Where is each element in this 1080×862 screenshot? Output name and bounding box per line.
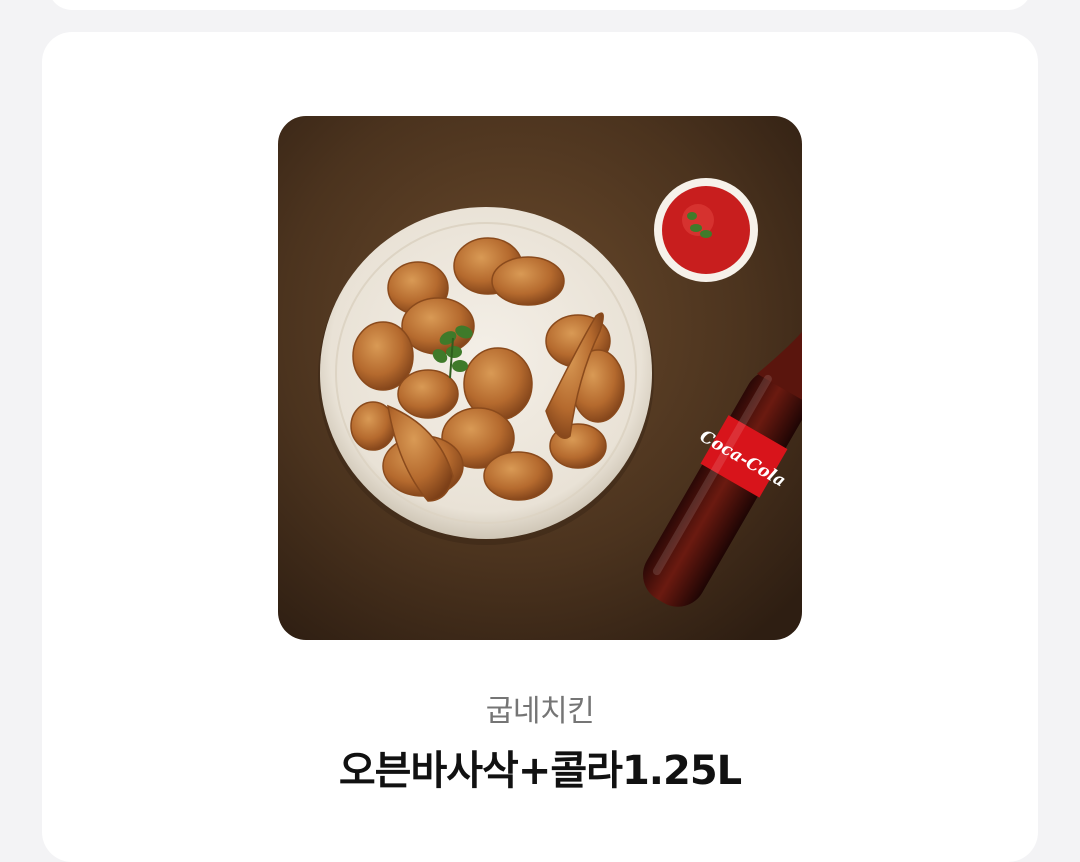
brand-name: 굽네치킨 [485, 694, 595, 729]
sauce-bowl [654, 178, 758, 282]
product-image[interactable]: Coca-Cola [278, 116, 802, 640]
previous-card-bottom [48, 0, 1032, 10]
fried-chicken-with-cola-photo: Coca-Cola [278, 116, 802, 640]
product-title: 오븐바사삭+콜라1.25L [338, 748, 742, 794]
